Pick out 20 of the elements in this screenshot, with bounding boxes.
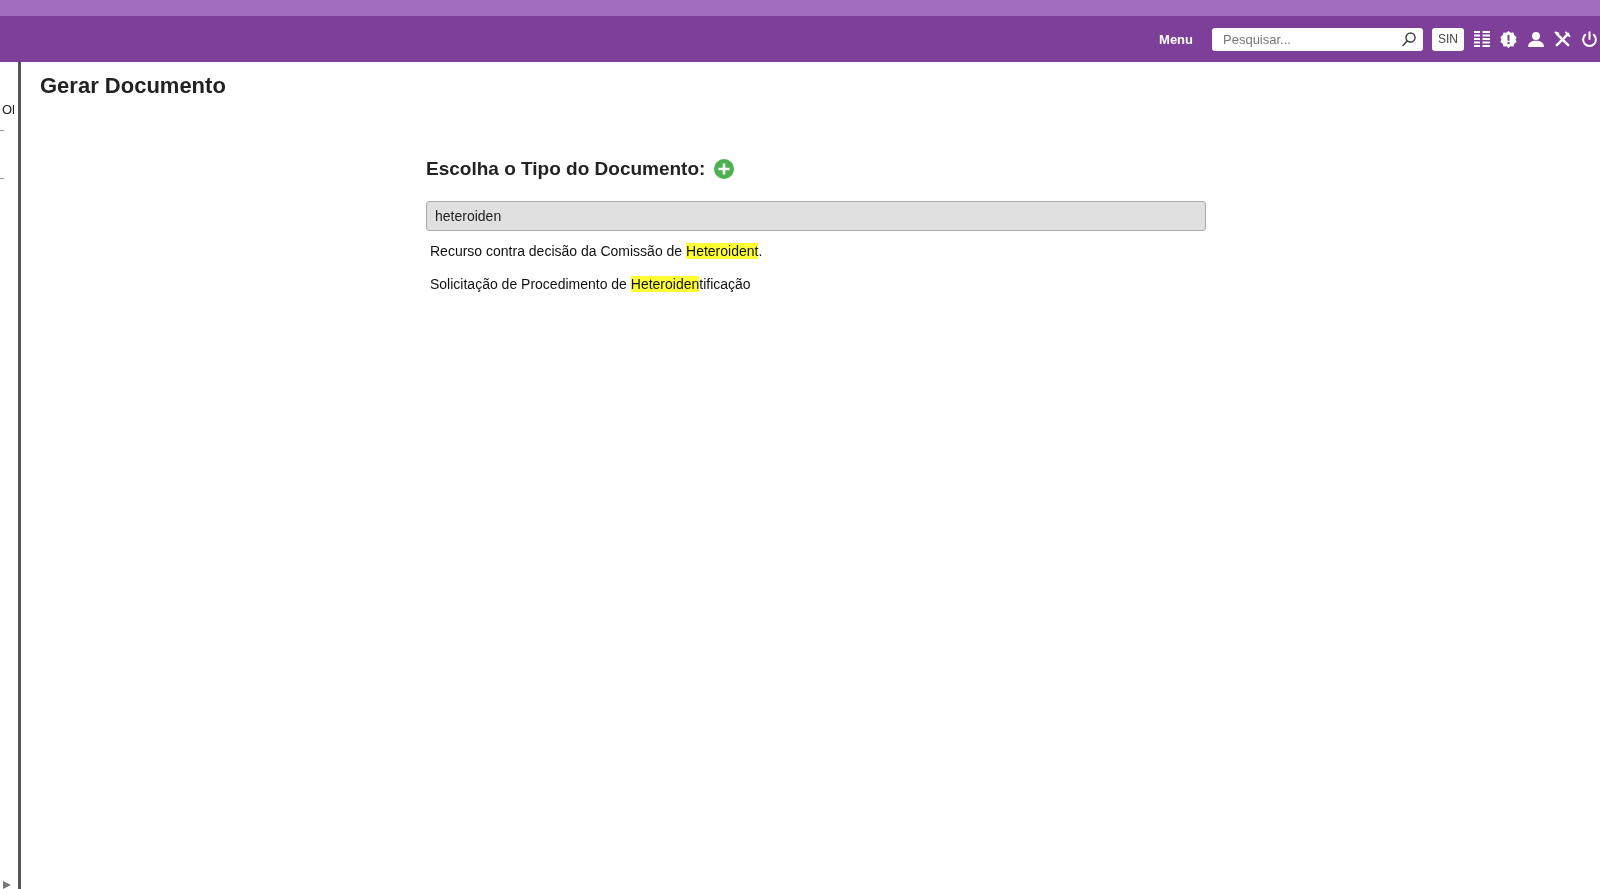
power-icon bbox=[1581, 30, 1598, 48]
sidebar-text: Ol bbox=[1, 102, 16, 117]
search-field[interactable]: Pesquisar... bbox=[1212, 27, 1423, 51]
document-type-label: Escolha o Tipo do Documento: bbox=[426, 158, 706, 180]
add-icon[interactable] bbox=[714, 159, 735, 179]
user-icon bbox=[1527, 31, 1544, 47]
alert-button[interactable] bbox=[1500, 29, 1517, 49]
list-button[interactable] bbox=[1473, 29, 1490, 49]
search-icon[interactable] bbox=[1402, 31, 1416, 47]
unit-button[interactable]: SIN bbox=[1432, 27, 1464, 51]
alert-badge-icon bbox=[1500, 30, 1517, 48]
list-icon bbox=[1473, 31, 1490, 47]
page-title: Gerar Documento bbox=[40, 73, 226, 99]
menu-link[interactable]: Menu bbox=[1159, 31, 1193, 47]
triangle-icon[interactable] bbox=[3, 881, 11, 889]
tools-button[interactable] bbox=[1554, 29, 1571, 49]
power-button[interactable] bbox=[1581, 29, 1598, 49]
user-button[interactable] bbox=[1527, 29, 1544, 49]
document-type-field[interactable]: heteroiden bbox=[426, 201, 1206, 231]
tools-icon bbox=[1554, 30, 1571, 48]
